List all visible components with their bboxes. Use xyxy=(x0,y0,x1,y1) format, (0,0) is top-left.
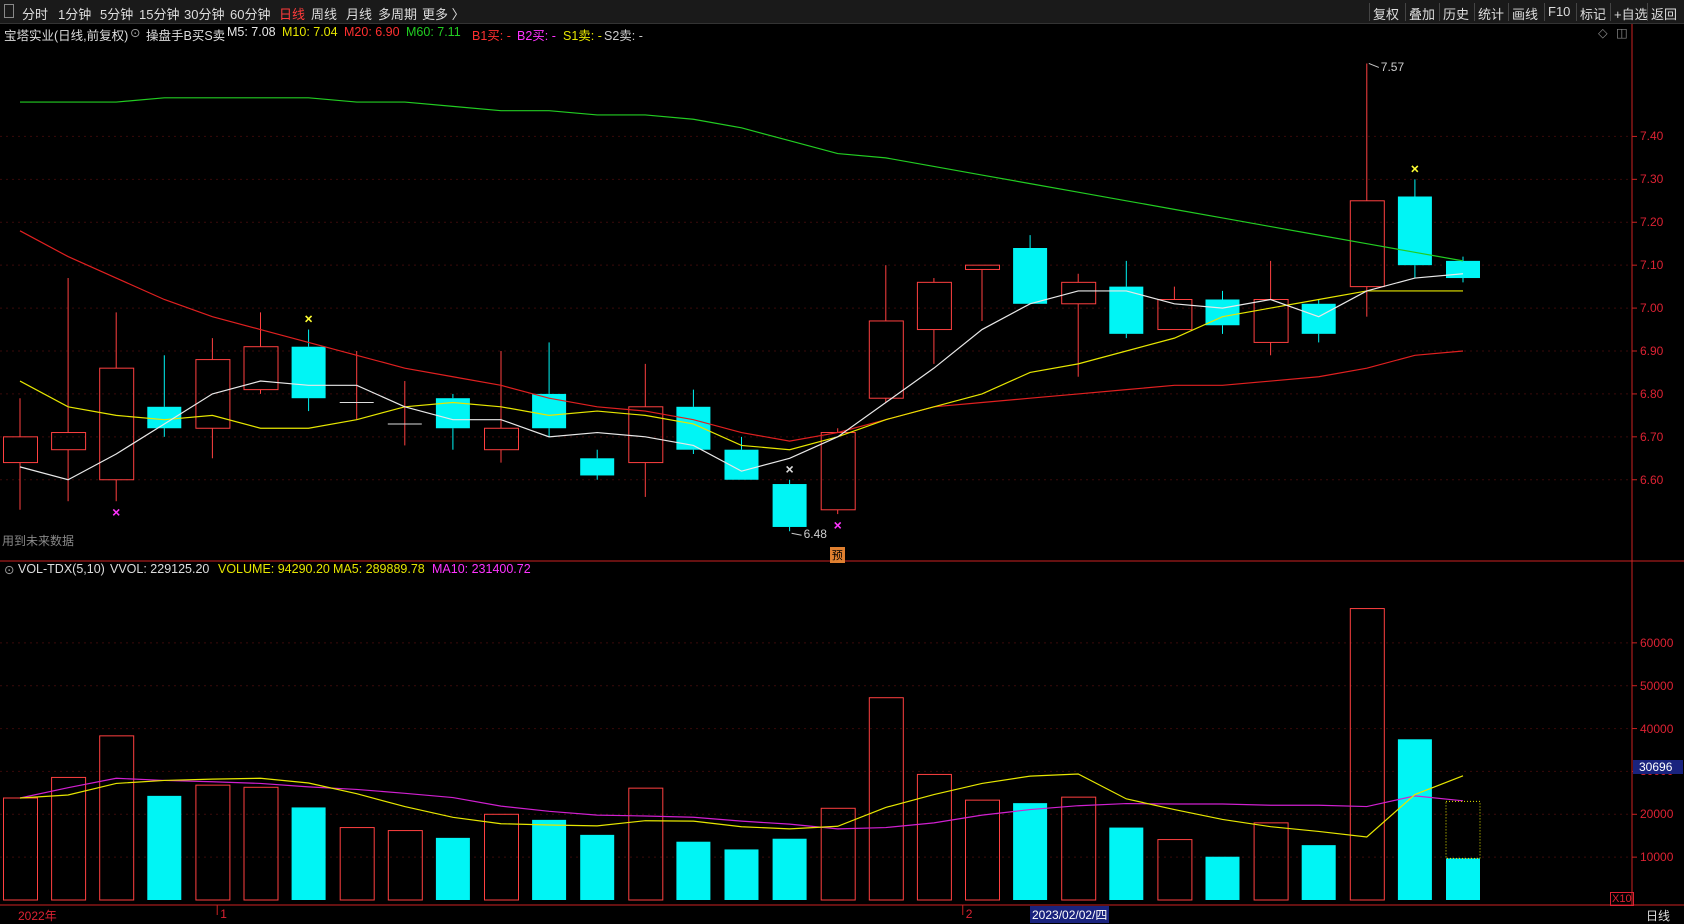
price-tick-label: 7.30 xyxy=(1640,172,1664,187)
volume-forecast-box xyxy=(1445,800,1481,859)
volume-bar-down xyxy=(532,819,567,900)
volume-bar-down xyxy=(1397,739,1432,900)
volume-bar-up xyxy=(628,787,664,901)
volume-bar-down xyxy=(1301,845,1336,900)
volume-bar-down xyxy=(291,807,326,900)
axis-year-label: 2022年 xyxy=(18,909,57,923)
volume-bar-up xyxy=(1253,822,1289,901)
candle-body-up xyxy=(1061,281,1097,305)
vol-ma5-line xyxy=(19,773,1464,838)
volume-bar-up xyxy=(1157,839,1193,901)
volume-tick-label: 10000 xyxy=(1640,850,1674,865)
axis-month-label: 1 xyxy=(220,907,227,921)
signal-x-marker: × xyxy=(112,504,120,520)
signal-x-marker: × xyxy=(305,311,313,327)
volume-unit-label: X10 xyxy=(1610,892,1634,906)
high-price-label: 7.57 xyxy=(1380,60,1405,75)
volume-bar-up xyxy=(3,797,38,901)
candle-body-up xyxy=(99,367,135,481)
price-tick-label: 6.60 xyxy=(1640,472,1664,487)
signal-x-marker: × xyxy=(786,461,794,477)
candle-body-up xyxy=(965,264,1000,270)
candle-body-up xyxy=(243,346,279,391)
volume-bar-down xyxy=(435,837,470,900)
volume-bar-up xyxy=(1349,608,1385,901)
volume-bar-down xyxy=(580,834,615,900)
volume-tick-label: 50000 xyxy=(1640,678,1674,693)
volume-bar-up xyxy=(99,735,135,901)
volume-tick-label: 40000 xyxy=(1640,721,1674,736)
low-price-label: 6.48 xyxy=(803,527,827,542)
price-tick-label: 7.20 xyxy=(1640,215,1664,230)
price-tick-label: 6.80 xyxy=(1640,386,1664,401)
candle-body-down xyxy=(580,458,615,476)
volume-bar-down xyxy=(1013,803,1048,900)
volume-bar-down xyxy=(1205,856,1240,900)
ma20-line xyxy=(19,230,1464,442)
price-tick-label: 7.00 xyxy=(1640,301,1664,316)
volume-bar-down xyxy=(676,841,711,900)
signal-x-marker: × xyxy=(1411,160,1419,176)
price-tick-label: 6.70 xyxy=(1640,429,1664,444)
price-tick-label: 7.40 xyxy=(1640,129,1664,144)
volume-bar-down xyxy=(1109,827,1144,900)
volume-bar-up xyxy=(916,773,952,901)
ma60-line xyxy=(20,97,1464,262)
volume-bar-down xyxy=(724,849,759,900)
price-tick-label: 6.90 xyxy=(1640,344,1664,358)
volume-bar-down xyxy=(1446,858,1480,900)
volume-bar-up xyxy=(868,697,904,901)
candle-body-down xyxy=(1013,248,1048,304)
volume-bar-up xyxy=(484,813,519,901)
candle-body-down xyxy=(532,393,567,429)
volume-bar-down xyxy=(147,795,182,900)
forecast-badge: 预 xyxy=(829,547,845,563)
price-tick-label: 7.10 xyxy=(1640,258,1664,273)
candle-body-down xyxy=(147,406,182,429)
volume-cursor-value: 30696 xyxy=(1633,760,1683,775)
high-annotation-arrow xyxy=(1368,62,1379,68)
signal-x-marker: × xyxy=(834,517,842,533)
period-label: 日线 xyxy=(1646,909,1671,923)
axis-month-label: 2 xyxy=(965,907,973,921)
vol-ma10-line xyxy=(19,777,1464,830)
candle-body-up xyxy=(820,432,856,511)
volume-tick-label: 60000 xyxy=(1640,635,1674,650)
kline-chart[interactable]: × × × × × xyxy=(0,0,1684,923)
cursor-date-label: 2023/02/02/四 xyxy=(1030,906,1110,923)
candle-body-up xyxy=(916,281,952,331)
volume-bar-up xyxy=(1061,796,1097,901)
candle-body-up xyxy=(484,427,519,451)
volume-bar-up xyxy=(195,784,231,901)
candle-body-up xyxy=(51,432,87,451)
candle-body-down xyxy=(1446,260,1480,279)
ma10-line xyxy=(19,290,1463,451)
volume-bar-up xyxy=(387,830,423,901)
future-data-note: 用到未来数据 xyxy=(2,534,75,548)
candle-body-up xyxy=(868,320,904,399)
volume-bar-up xyxy=(243,786,279,901)
candle-body-down xyxy=(291,346,326,399)
low-annotation-arrow xyxy=(791,532,802,536)
volume-bar-down xyxy=(772,838,807,900)
candle-body-down xyxy=(772,484,807,527)
volume-tick-label: 20000 xyxy=(1640,807,1674,822)
candle-body-up xyxy=(3,436,38,464)
candle-body-down xyxy=(1301,303,1336,334)
volume-bar-up xyxy=(339,827,375,901)
